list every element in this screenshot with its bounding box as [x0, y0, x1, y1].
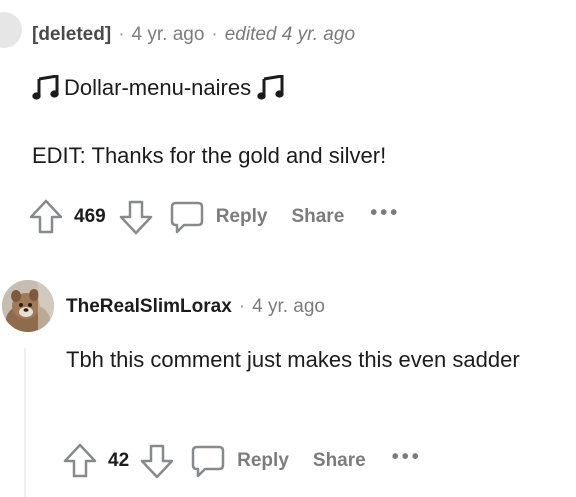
avatar[interactable] [2, 280, 54, 332]
thread-line[interactable] [24, 348, 26, 497]
edited-label: edited 4 yr. ago [224, 24, 356, 45]
meta-separator: · [211, 24, 218, 45]
comment-actions: 42 Reply Share ••• [62, 442, 422, 480]
comment-body-text: EDIT: Thanks for the gold and silver! [32, 143, 387, 168]
avatar [0, 12, 22, 48]
ellipsis-icon[interactable]: ••• [392, 447, 422, 467]
comment-actions: 469 Reply Share ••• [28, 198, 400, 236]
comment-meta: TheRealSlimLorax · 4 yr. ago [66, 296, 325, 318]
comment-timestamp[interactable]: 4 yr. ago [252, 296, 325, 318]
speech-bubble-icon [189, 442, 227, 480]
ellipsis-icon[interactable]: ••• [370, 203, 400, 223]
reply-button[interactable]: Reply [168, 198, 268, 236]
comment-body: Dollar-menu-naires EDIT: Thanks for the … [32, 68, 552, 176]
vote-count: 42 [108, 450, 130, 471]
upvote-arrow-icon[interactable] [62, 442, 98, 480]
upvote-arrow-icon[interactable] [28, 198, 64, 236]
comment-body-text: Dollar-menu-naires [64, 75, 252, 100]
speech-bubble-icon [168, 198, 206, 236]
comment-author[interactable]: TheRealSlimLorax [66, 296, 232, 318]
music-note-icon [257, 75, 285, 101]
comment-author[interactable]: [deleted] [32, 24, 111, 46]
comment-body: Tbh this comment just makes this even sa… [66, 347, 520, 372]
comment-body-line: Dollar-menu-naires [32, 68, 552, 108]
meta-separator: · [238, 296, 246, 317]
meta-separator: · [118, 24, 125, 45]
reply-label: Reply [237, 450, 289, 471]
downvote-arrow-icon[interactable] [139, 442, 175, 480]
vote-count: 469 [74, 206, 106, 227]
share-button[interactable]: Share [291, 206, 344, 228]
reply-button[interactable]: Reply [189, 442, 289, 480]
share-button[interactable]: Share [313, 450, 366, 472]
comment-timestamp[interactable]: 4 yr. ago [132, 24, 205, 46]
downvote-arrow-icon[interactable] [118, 198, 154, 236]
comment-meta: [deleted] · 4 yr. ago · edited 4 yr. ago [32, 24, 355, 46]
reply-label: Reply [215, 206, 268, 227]
music-note-icon [32, 75, 60, 101]
